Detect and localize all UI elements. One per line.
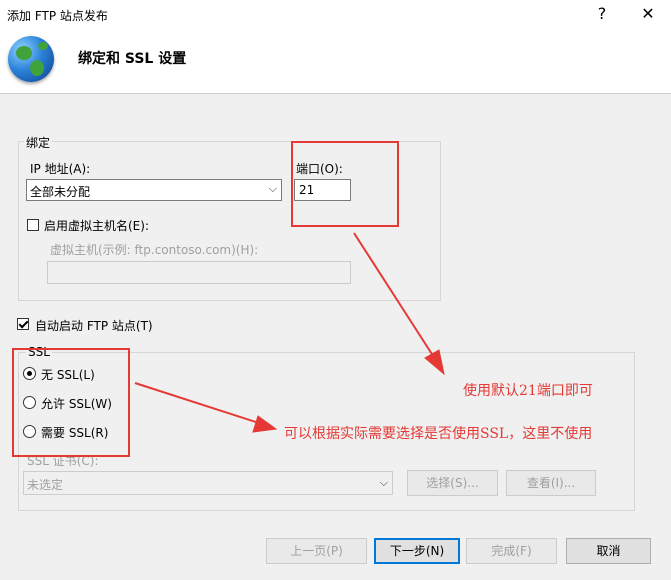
- ssl-arrow-line: [134, 382, 263, 425]
- port-annotation: 使用默认21端口即可: [463, 383, 593, 399]
- prev-button[interactable]: 上一页(P): [266, 538, 367, 564]
- annotation-arrows: [134, 232, 445, 433]
- ssl-annotation: 可以根据实际需要选择是否使用SSL，这里不使用: [284, 426, 593, 442]
- ssl-arrow-head: [252, 415, 278, 433]
- next-button[interactable]: 下一步(N): [374, 538, 460, 564]
- cancel-button[interactable]: 取消: [566, 538, 651, 564]
- port-arrow-head: [424, 349, 445, 376]
- port-arrow-line: [353, 232, 438, 363]
- finish-button[interactable]: 完成(F): [466, 538, 557, 564]
